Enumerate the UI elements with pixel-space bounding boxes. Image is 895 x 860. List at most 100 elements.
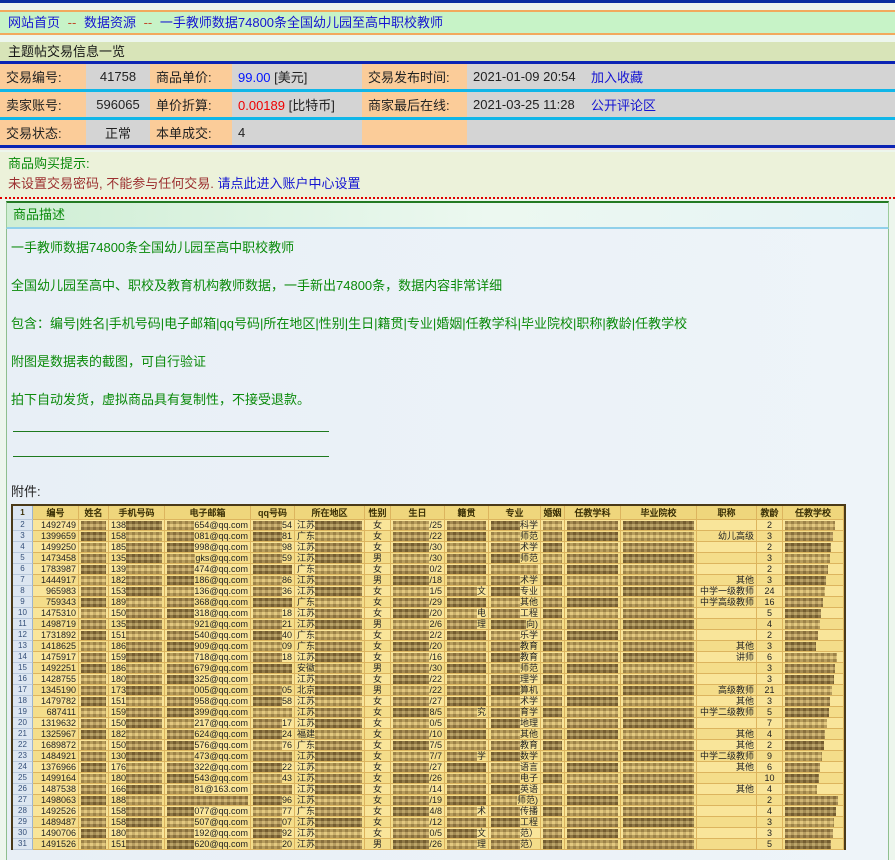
att-cell-years: 4 bbox=[757, 729, 783, 740]
att-cell-college bbox=[621, 729, 697, 740]
mosaic-blur bbox=[491, 576, 520, 585]
att-cell-years: 21 bbox=[757, 685, 783, 696]
mosaic-blur bbox=[81, 631, 106, 640]
att-cell-name bbox=[79, 608, 109, 619]
mosaic-blur bbox=[393, 730, 429, 739]
mosaic-blur bbox=[543, 532, 562, 541]
mosaic-blur bbox=[81, 576, 106, 585]
att-cell-email: 921@qq.com bbox=[165, 619, 251, 630]
att-cell-name bbox=[79, 784, 109, 795]
att-cell-email: 998@qq.com bbox=[165, 542, 251, 553]
publish-time-value: 2021-01-09 20:54 bbox=[467, 63, 585, 91]
mosaic-blur bbox=[126, 554, 162, 563]
att-cell-subject bbox=[565, 641, 621, 652]
mosaic-blur bbox=[253, 587, 282, 596]
mosaic-blur bbox=[393, 796, 429, 805]
att-cell-years: 2 bbox=[757, 630, 783, 641]
mosaic-blur bbox=[315, 697, 362, 706]
att-cell-qq: 76 bbox=[251, 740, 295, 751]
att-cell-native bbox=[445, 663, 489, 674]
mosaic-blur bbox=[785, 763, 820, 772]
att-cell-school bbox=[783, 806, 844, 817]
mosaic-blur bbox=[81, 818, 106, 827]
mosaic-blur bbox=[393, 631, 429, 640]
favorite-link[interactable]: 加入收藏 bbox=[591, 70, 643, 85]
mosaic-blur bbox=[126, 598, 162, 607]
attachment-row: 111498719135921@qq.com21江苏男2/6理向)4 bbox=[13, 619, 844, 630]
att-cell-marital bbox=[541, 707, 565, 718]
att-cell-title bbox=[697, 718, 757, 729]
att-cell-email: 576@qq.com bbox=[165, 740, 251, 751]
att-cell-major: 语言 bbox=[489, 762, 541, 773]
att-cell-subject bbox=[565, 795, 621, 806]
att-cell-gender: 女 bbox=[365, 828, 391, 839]
att-cell-region: 江苏 bbox=[295, 773, 365, 784]
mosaic-blur bbox=[81, 565, 106, 574]
mosaic-blur bbox=[253, 598, 292, 607]
mosaic-blur bbox=[393, 807, 429, 816]
mosaic-blur bbox=[315, 609, 362, 618]
att-cell-major: 工程 bbox=[489, 817, 541, 828]
att-cell-birth: /26 bbox=[391, 773, 445, 784]
attachment-row: 41499250185998@qq.com98江苏女/30术学2 bbox=[13, 542, 844, 553]
att-cell-subject bbox=[565, 740, 621, 751]
mosaic-blur bbox=[567, 818, 618, 827]
mosaic-blur bbox=[253, 752, 292, 761]
att-cell-id: 1498719 bbox=[33, 619, 79, 630]
comments-link[interactable]: 公开评论区 bbox=[591, 98, 656, 113]
account-settings-link[interactable]: 请点此进入账户中心设置 bbox=[217, 176, 360, 191]
att-cell-qq: 17 bbox=[251, 718, 295, 729]
att-cell-region: 江苏 bbox=[295, 828, 365, 839]
mosaic-blur bbox=[543, 565, 562, 574]
att-cell-years: 3 bbox=[757, 553, 783, 564]
mosaic-blur bbox=[393, 697, 429, 706]
att-cell-major: 向) bbox=[489, 619, 541, 630]
att-rownum: 23 bbox=[13, 751, 33, 762]
mosaic-blur bbox=[81, 642, 106, 651]
att-cell-name bbox=[79, 685, 109, 696]
mosaic-blur bbox=[393, 554, 429, 563]
mosaic-blur bbox=[491, 785, 520, 794]
mosaic-blur bbox=[623, 807, 694, 816]
mosaic-blur bbox=[623, 730, 694, 739]
att-cell-email: 543@qq.com bbox=[165, 773, 251, 784]
mosaic-blur bbox=[543, 697, 562, 706]
mosaic-blur bbox=[81, 807, 106, 816]
att-cell-major bbox=[489, 564, 541, 575]
mosaic-blur bbox=[393, 565, 429, 574]
att-rownum: 29 bbox=[13, 817, 33, 828]
att-cell-qq: 98 bbox=[251, 542, 295, 553]
attachment-row: 171345190173005@qq.com05北京男/22算机高级教师21 bbox=[13, 685, 844, 696]
attachment-row: 291489487158507@qq.com07江苏女/12工程3 bbox=[13, 817, 844, 828]
att-cell-id: 1491526 bbox=[33, 839, 79, 850]
attachment-image[interactable]: 1编号姓名手机号码电子邮箱qq号码所在地区性别生日籍贯专业婚姻任教学科毕业院校职… bbox=[11, 504, 846, 850]
breadcrumb-category-link[interactable]: 数据资源 bbox=[84, 15, 136, 30]
mosaic-blur bbox=[393, 741, 429, 750]
att-cell-id: 1498063 bbox=[33, 795, 79, 806]
att-cell-years: 5 bbox=[757, 707, 783, 718]
att-cell-major: 专业 bbox=[489, 586, 541, 597]
att-cell-id: 1473458 bbox=[33, 553, 79, 564]
mosaic-blur bbox=[623, 620, 694, 629]
att-cell-birth: 4/8 bbox=[391, 806, 445, 817]
attachment-row: 19687411159399@qq.com江苏女8/5究育学中学二级教师5 bbox=[13, 707, 844, 718]
mosaic-blur bbox=[491, 697, 520, 706]
att-cell-region: 江苏 bbox=[295, 795, 365, 806]
mosaic-blur bbox=[126, 741, 162, 750]
att-cell-name bbox=[79, 718, 109, 729]
att-cell-id: 1689872 bbox=[33, 740, 79, 751]
breadcrumb-home-link[interactable]: 网站首页 bbox=[8, 15, 60, 30]
att-cell-years: 3 bbox=[757, 696, 783, 707]
breadcrumb-current-title[interactable]: 一手教师数据74800条全国幼儿园至高中职校教师 bbox=[160, 15, 443, 30]
attachment-row: 311491526151620@qq.com20江苏男/26理范）5 bbox=[13, 839, 844, 850]
att-cell-title bbox=[697, 817, 757, 828]
mosaic-blur bbox=[447, 554, 486, 563]
att-cell-region: 广东 bbox=[295, 597, 365, 608]
mosaic-blur bbox=[543, 818, 562, 827]
att-cell-marital bbox=[541, 586, 565, 597]
att-cell-phone: 150 bbox=[109, 608, 165, 619]
att-cell-qq: 54 bbox=[251, 520, 295, 531]
mosaic-blur bbox=[785, 587, 825, 596]
mosaic-blur bbox=[785, 829, 833, 838]
att-cell-marital bbox=[541, 718, 565, 729]
